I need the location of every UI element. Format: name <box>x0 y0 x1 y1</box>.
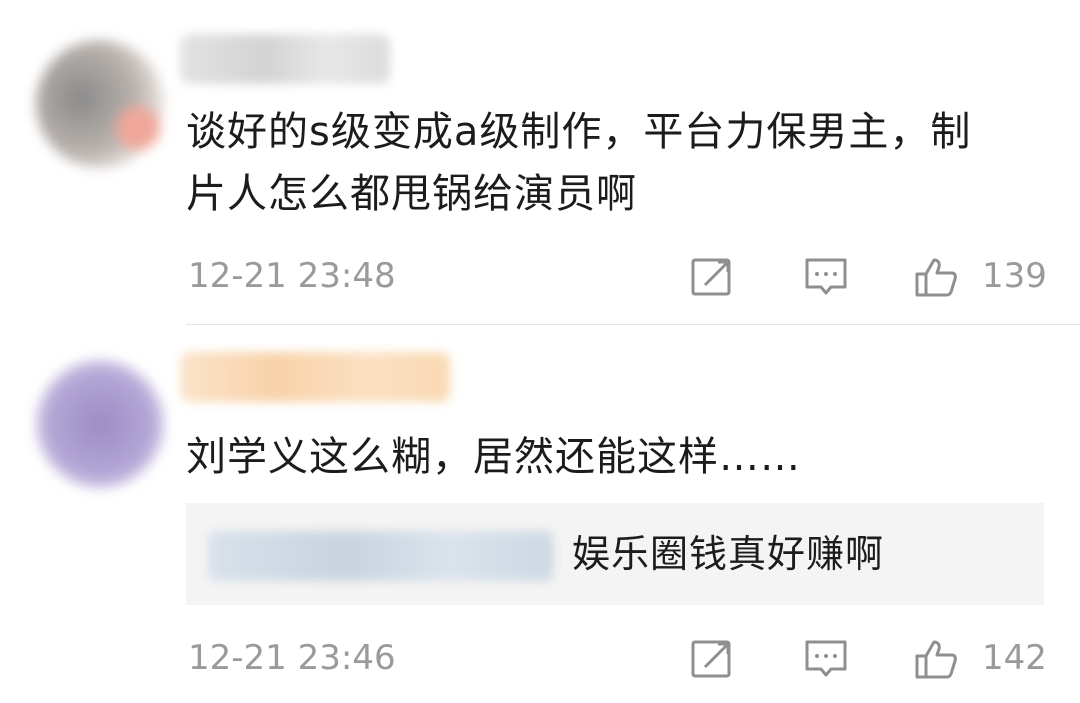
share-icon[interactable] <box>690 639 734 679</box>
reply-box[interactable]: 娱乐圈钱真好赚啊 <box>186 503 1044 605</box>
comment-item: 刘学义这么糊，居然还能这样…… 娱乐圈钱真好赚啊 12-21 23:46 142 <box>0 0 1080 703</box>
reply-username-blurred[interactable] <box>208 531 553 581</box>
comment-meta: 12-21 23:46 142 <box>186 633 1047 683</box>
comment-time: 12-21 23:46 <box>188 638 396 678</box>
comment-text: 刘学义这么糊，居然还能这样…… <box>186 426 1056 488</box>
like-count: 142 <box>982 638 1047 678</box>
username-blurred[interactable] <box>180 352 450 402</box>
reply-text: 娱乐圈钱真好赚啊 <box>572 532 885 576</box>
like-icon[interactable] <box>914 639 958 679</box>
avatar[interactable] <box>36 360 164 488</box>
comment-text-line: 刘学义这么糊，居然还能这样…… <box>186 434 801 480</box>
comment-icon[interactable] <box>804 639 848 679</box>
